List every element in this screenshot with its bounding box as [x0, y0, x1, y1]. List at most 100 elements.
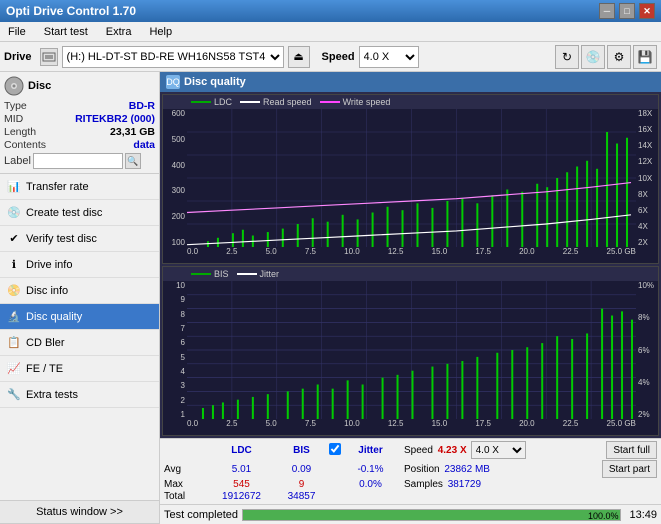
nav-disc-info-label: Disc info: [26, 285, 68, 297]
jitter-check-spacer: [329, 443, 343, 458]
disc-label-btn[interactable]: 🔍: [125, 153, 141, 169]
position-label: Position: [404, 464, 440, 475]
stats-total-ldc: 1912672: [209, 491, 274, 502]
start-buttons: Start full: [606, 441, 657, 459]
stats-bar: LDC BIS Jitter Speed 4.23 X 4.0 X Start …: [160, 438, 661, 504]
speed-select[interactable]: 4.0 X: [359, 46, 419, 68]
disc-icon-btn[interactable]: 💿: [581, 45, 605, 69]
chart2-plot: [187, 281, 636, 419]
disc-panel: Disc Type BD-R MID RITEKBR2 (000) Length…: [0, 72, 159, 174]
nav-transfer-rate[interactable]: 📊 Transfer rate: [0, 174, 159, 200]
nav-create-test-disc[interactable]: 💿 Create test disc: [0, 200, 159, 226]
verify-test-disc-icon: ✔: [6, 231, 22, 247]
start-full-button[interactable]: Start full: [606, 441, 657, 459]
nav-fe-te[interactable]: 📈 FE / TE: [0, 356, 159, 382]
rotate-icon-btn[interactable]: ↻: [555, 45, 579, 69]
disc-quality-title: Disc quality: [184, 76, 246, 88]
stats-header-bis: BIS: [274, 445, 329, 456]
disc-quality-header-icon: DQ: [166, 75, 180, 89]
settings-icon-btn[interactable]: ⚙: [607, 45, 631, 69]
disc-info-icon: 📀: [6, 283, 22, 299]
nav-verify-test-disc[interactable]: ✔ Verify test disc: [0, 226, 159, 252]
stats-avg-row: Avg 5.01 0.09 -0.1% Position 23862 MB St…: [164, 460, 657, 478]
nav-extra-tests-label: Extra tests: [26, 389, 78, 401]
drive-select[interactable]: (H:) HL-DT-ST BD-RE WH16NS58 TST4: [62, 46, 284, 68]
stats-speed-select[interactable]: 4.0 X: [471, 441, 526, 459]
stats-header-ldc: LDC: [209, 445, 274, 456]
chart1-legend: LDC Read speed Write speed: [163, 95, 658, 109]
y1-label-500: 500: [172, 135, 185, 144]
nav-cd-bler-label: CD Bler: [26, 337, 65, 349]
disc-quality-icon: 🔬: [6, 309, 22, 325]
start-part-button[interactable]: Start part: [602, 460, 657, 478]
nav-cd-bler[interactable]: 📋 CD Bler: [0, 330, 159, 356]
disc-type-label: Type: [4, 100, 27, 112]
maximize-button[interactable]: □: [619, 3, 635, 19]
progress-time: 13:49: [629, 509, 657, 521]
menu-help[interactable]: Help: [145, 24, 176, 40]
y1-label-200: 200: [172, 212, 185, 221]
nav-extra-tests[interactable]: 🔧 Extra tests: [0, 382, 159, 408]
legend-jitter-color: [237, 273, 257, 275]
samples-value: 381729: [448, 479, 481, 490]
y1-label-100: 100: [172, 238, 185, 247]
drive-icon: [40, 48, 58, 66]
stats-avg-label: Avg: [164, 464, 209, 475]
progress-bar-container: Test completed 100.0% 13:49: [160, 504, 661, 524]
save-icon-btn[interactable]: 💾: [633, 45, 657, 69]
legend-write-speed: Write speed: [320, 97, 391, 107]
sidebar: Disc Type BD-R MID RITEKBR2 (000) Length…: [0, 72, 160, 524]
nav-drive-info[interactable]: ℹ Drive info: [0, 252, 159, 278]
legend-jitter: Jitter: [237, 269, 280, 279]
nav-disc-quality-label: Disc quality: [26, 311, 82, 323]
stats-total-row: Total 1912672 34857: [164, 491, 657, 502]
chart2-svg: [187, 281, 636, 419]
legend-write-speed-color: [320, 101, 340, 103]
legend-ldc-label: LDC: [214, 97, 232, 107]
stats-speed-display: Speed 4.23 X: [404, 445, 467, 456]
disc-label-input[interactable]: [33, 153, 123, 169]
nav-create-test-disc-label: Create test disc: [26, 207, 102, 219]
legend-jitter-label: Jitter: [260, 269, 280, 279]
legend-bis-color: [191, 273, 211, 275]
chart1-y-right: 18X 16X 14X 12X 10X 8X 6X 4X 2X: [636, 109, 658, 247]
y1-label-300: 300: [172, 186, 185, 195]
chart2-legend: BIS Jitter: [163, 267, 658, 281]
legend-read-speed: Read speed: [240, 97, 312, 107]
chart1-x-axis: 0.0 2.5 5.0 7.5 10.0 12.5 15.0 17.5 20.0…: [187, 247, 636, 261]
toolbar-icons: ↻ 💿 ⚙ 💾: [555, 45, 657, 69]
progress-pct: 100.0%: [588, 510, 619, 522]
disc-mid-value: RITEKBR2 (000): [75, 113, 155, 125]
menubar: File Start test Extra Help: [0, 22, 661, 42]
charts-container: LDC Read speed Write speed 600: [160, 92, 661, 438]
stats-total-bis: 34857: [274, 491, 329, 502]
legend-read-speed-color: [240, 101, 260, 103]
menu-file[interactable]: File: [4, 24, 30, 40]
status-window-btn[interactable]: Status window >>: [0, 500, 159, 524]
eject-button[interactable]: ⏏: [288, 46, 310, 68]
close-button[interactable]: ✕: [639, 3, 655, 19]
progress-fill: [243, 510, 620, 520]
disc-length-row: Length 23,31 GB: [4, 126, 155, 138]
position-value: 23862 MB: [444, 464, 490, 475]
transfer-rate-icon: 📊: [6, 179, 22, 195]
menu-extra[interactable]: Extra: [102, 24, 136, 40]
jitter-checkbox[interactable]: [329, 443, 341, 455]
titlebar: Opti Drive Control 1.70 ─ □ ✕: [0, 0, 661, 22]
progress-track: 100.0%: [242, 509, 621, 521]
disc-length-value: 23,31 GB: [110, 126, 155, 138]
stats-header-jitter: Jitter: [343, 445, 398, 456]
chart1-svg: [187, 109, 636, 247]
minimize-button[interactable]: ─: [599, 3, 615, 19]
nav-disc-quality[interactable]: 🔬 Disc quality: [0, 304, 159, 330]
stats-max-label: Max: [164, 479, 209, 490]
menu-starttest[interactable]: Start test: [40, 24, 92, 40]
nav-disc-info[interactable]: 📀 Disc info: [0, 278, 159, 304]
stats-max-row: Max 545 9 0.0% Samples 381729: [164, 479, 657, 490]
disc-contents-label: Contents: [4, 139, 46, 151]
disc-quality-header: DQ Disc quality: [160, 72, 661, 92]
disc-panel-header: Disc: [4, 76, 155, 96]
legend-read-speed-label: Read speed: [263, 97, 312, 107]
stats-header-row: LDC BIS Jitter Speed 4.23 X 4.0 X Start …: [164, 441, 657, 459]
chart2-x-axis: 0.0 2.5 5.0 7.5 10.0 12.5 15.0 17.5 20.0…: [187, 419, 636, 433]
